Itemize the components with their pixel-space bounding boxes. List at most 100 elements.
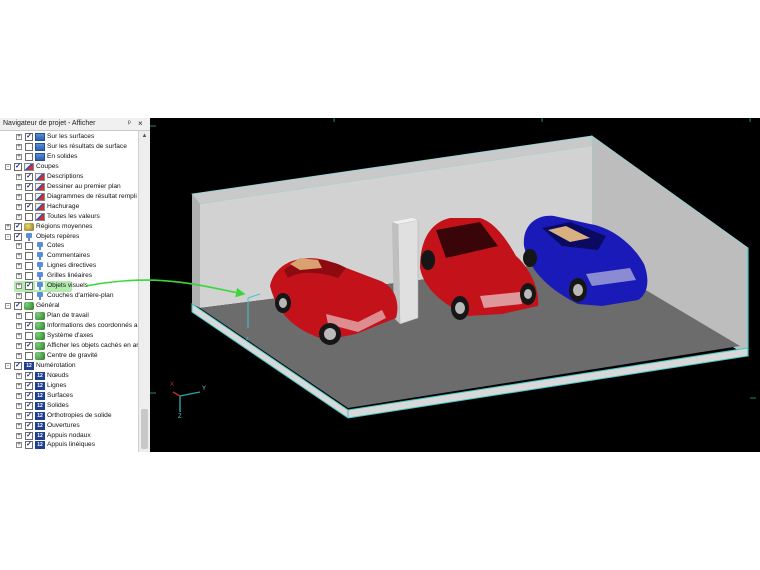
tree-item[interactable]: + Plan de travail bbox=[0, 311, 138, 321]
tree-item[interactable]: + ✓ 12 Solides bbox=[0, 401, 138, 411]
expand-icon[interactable]: + bbox=[16, 273, 22, 280]
expand-icon[interactable]: + bbox=[16, 372, 22, 379]
tree-item[interactable]: + ✓ 12 Ouvertures bbox=[0, 421, 138, 431]
expand-icon[interactable]: + bbox=[16, 342, 22, 349]
expand-icon[interactable]: - bbox=[5, 362, 11, 369]
checkbox[interactable]: ✓ bbox=[25, 401, 33, 410]
checkbox[interactable] bbox=[25, 272, 33, 281]
tree-item[interactable]: + Diagrammes de résultat rempli bbox=[0, 192, 138, 202]
expand-icon[interactable]: + bbox=[16, 183, 22, 190]
checkbox[interactable] bbox=[25, 152, 33, 161]
checkbox[interactable] bbox=[25, 262, 33, 271]
checkbox[interactable]: ✓ bbox=[14, 361, 22, 370]
close-icon[interactable]: × bbox=[138, 118, 143, 130]
expand-icon[interactable]: + bbox=[16, 253, 22, 260]
tree-item[interactable]: + Grilles linéaires bbox=[0, 271, 138, 281]
checkbox[interactable] bbox=[25, 212, 33, 221]
checkbox[interactable] bbox=[25, 142, 33, 151]
tree-item[interactable]: + Couches d'arrière-plan bbox=[0, 291, 138, 301]
expand-icon[interactable]: + bbox=[16, 193, 22, 200]
tree-item[interactable]: + ✓ Hachurage bbox=[0, 202, 138, 212]
checkbox[interactable]: ✓ bbox=[25, 431, 33, 440]
expand-icon[interactable]: - bbox=[5, 233, 11, 240]
tree-item[interactable]: + Toutes les valeurs bbox=[0, 212, 138, 222]
checkbox[interactable]: ✓ bbox=[25, 421, 33, 430]
checkbox[interactable]: ✓ bbox=[25, 282, 33, 291]
tree-item[interactable]: - ✓ Général bbox=[0, 301, 138, 311]
tree-item[interactable]: + ✓ Descriptions bbox=[0, 172, 138, 182]
checkbox[interactable]: ✓ bbox=[25, 202, 33, 211]
checkbox[interactable] bbox=[25, 351, 33, 360]
expand-icon[interactable]: + bbox=[16, 442, 22, 449]
tree-item[interactable]: - ✓ 12 Numérotation bbox=[0, 361, 138, 371]
checkbox[interactable] bbox=[25, 332, 33, 340]
scrollbar-thumb[interactable] bbox=[141, 409, 148, 449]
expand-icon[interactable]: + bbox=[16, 293, 22, 300]
tree-item[interactable]: - ✓ Objets repères bbox=[0, 232, 138, 242]
tree-item[interactable]: + ✓ 12 Appuis nodaux bbox=[0, 431, 138, 441]
tree-item[interactable]: + ✓ Objets visuels bbox=[0, 281, 138, 291]
expand-icon[interactable]: + bbox=[16, 173, 22, 180]
tree-item[interactable]: + Sur les résultats de surface bbox=[0, 142, 138, 152]
checkbox[interactable]: ✓ bbox=[25, 133, 33, 141]
checkbox[interactable]: ✓ bbox=[25, 411, 33, 420]
tree-item[interactable]: + ✓ Sur les surfaces bbox=[0, 132, 138, 142]
checkbox[interactable] bbox=[25, 192, 33, 201]
tree-item[interactable]: - ✓ Coupes bbox=[0, 162, 138, 172]
checkbox[interactable]: ✓ bbox=[25, 441, 33, 450]
expand-icon[interactable]: + bbox=[16, 392, 22, 399]
checkbox[interactable]: ✓ bbox=[25, 371, 33, 380]
checkbox[interactable]: ✓ bbox=[25, 182, 33, 191]
expand-icon[interactable]: + bbox=[16, 283, 22, 290]
checkbox[interactable] bbox=[25, 242, 33, 251]
expand-icon[interactable]: + bbox=[16, 263, 22, 270]
expand-icon[interactable]: + bbox=[16, 432, 22, 439]
checkbox[interactable] bbox=[25, 312, 33, 321]
expand-icon[interactable]: - bbox=[5, 163, 11, 170]
tree-item[interactable]: + Lignes directives bbox=[0, 261, 138, 271]
checkbox[interactable]: ✓ bbox=[25, 391, 33, 400]
tree-item[interactable]: + ✓ Informations des coordonnés a bbox=[0, 321, 138, 331]
tree-item[interactable]: + ✓ 12 Nœuds bbox=[0, 371, 138, 381]
expand-icon[interactable]: + bbox=[16, 333, 22, 339]
expand-icon[interactable]: + bbox=[16, 422, 22, 429]
expand-icon[interactable]: + bbox=[16, 382, 22, 389]
expand-icon[interactable]: + bbox=[16, 134, 22, 140]
tree-item[interactable]: + ✓ Dessiner au premier plan bbox=[0, 182, 138, 192]
checkbox[interactable]: ✓ bbox=[25, 172, 33, 181]
expand-icon[interactable]: + bbox=[16, 213, 22, 220]
expand-icon[interactable]: + bbox=[16, 352, 22, 359]
expand-icon[interactable]: + bbox=[16, 203, 22, 210]
tree-item[interactable]: + ✓ 12 Lignes bbox=[0, 381, 138, 391]
expand-icon[interactable]: + bbox=[16, 153, 22, 160]
checkbox[interactable]: ✓ bbox=[25, 322, 33, 331]
expand-icon[interactable]: + bbox=[16, 313, 22, 320]
pin-icon[interactable]: ᵖ bbox=[128, 118, 131, 130]
tree-item[interactable]: + ✓ 12 Appuis linéiques bbox=[0, 440, 138, 450]
expand-icon[interactable]: + bbox=[16, 402, 22, 409]
tree-item[interactable]: + En solides bbox=[0, 152, 138, 162]
checkbox[interactable]: ✓ bbox=[14, 162, 22, 171]
scroll-up-icon[interactable]: ▲ bbox=[140, 131, 149, 141]
checkbox[interactable]: ✓ bbox=[14, 222, 22, 231]
expand-icon[interactable]: + bbox=[5, 223, 11, 230]
checkbox[interactable]: ✓ bbox=[14, 232, 22, 241]
3d-viewport[interactable]: z bbox=[150, 118, 760, 452]
tree-item[interactable]: + ✓ 12 Surfaces bbox=[0, 391, 138, 401]
expand-icon[interactable]: + bbox=[16, 143, 22, 150]
expand-icon[interactable]: + bbox=[16, 323, 22, 330]
tree-item[interactable]: + ✓ Régions moyennes bbox=[0, 222, 138, 232]
tree-item[interactable]: + Commentaires bbox=[0, 251, 138, 261]
expand-icon[interactable]: + bbox=[16, 243, 22, 250]
checkbox[interactable]: ✓ bbox=[14, 302, 22, 311]
checkbox[interactable]: ✓ bbox=[25, 381, 33, 390]
vertical-scrollbar[interactable]: ▲ bbox=[138, 131, 150, 452]
tree-item[interactable]: + Cotes bbox=[0, 241, 138, 251]
tree-item[interactable]: + ✓ Afficher les objets cachés en ar bbox=[0, 341, 138, 351]
tree-item[interactable]: + Centre de gravité bbox=[0, 351, 138, 361]
tree-item[interactable]: + Système d'axes bbox=[0, 331, 138, 341]
checkbox[interactable]: ✓ bbox=[25, 341, 33, 350]
checkbox[interactable] bbox=[25, 252, 33, 261]
expand-icon[interactable]: - bbox=[5, 303, 11, 310]
expand-icon[interactable]: + bbox=[16, 412, 22, 419]
